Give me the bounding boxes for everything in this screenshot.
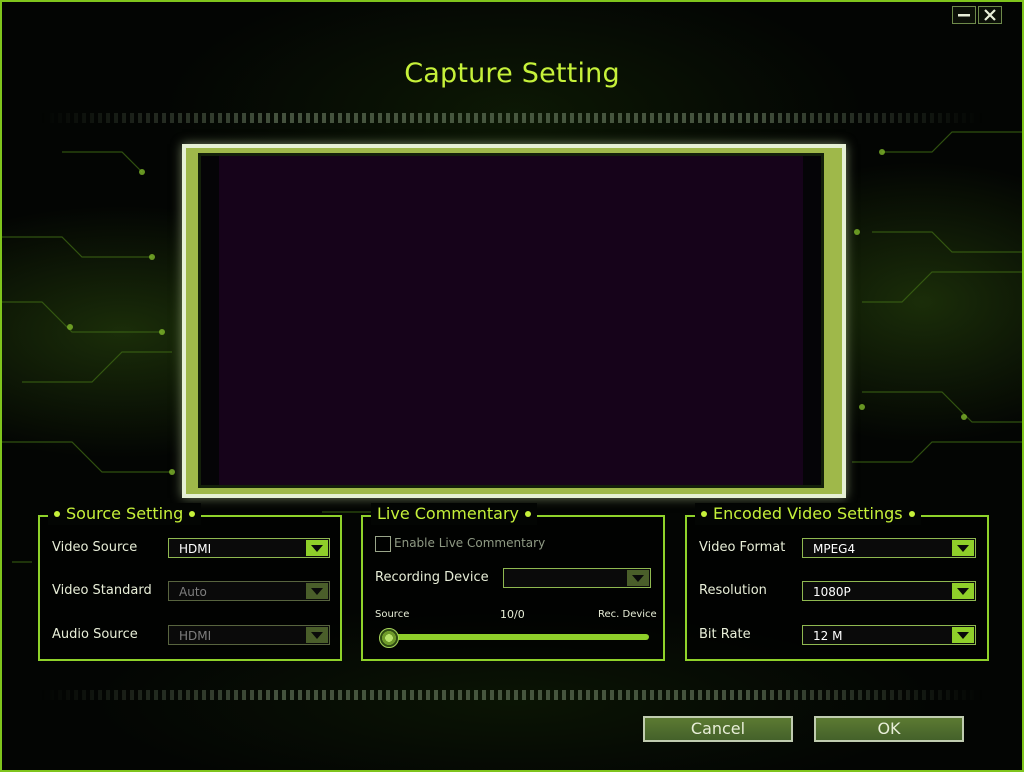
close-button[interactable] [978,6,1002,24]
video-standard-label: Video Standard [52,583,152,598]
mix-rec-device-label: Rec. Device [598,609,657,620]
video-preview-frame [182,144,846,498]
bullet-icon [701,511,707,517]
chevron-down-icon[interactable] [306,583,328,599]
video-source-select[interactable]: HDMI [168,538,330,558]
resolution-label: Resolution [699,583,767,598]
bit-rate-select[interactable]: 12 M [802,625,976,645]
slider-handle[interactable] [379,628,399,648]
video-format-select[interactable]: MPEG4 [802,538,976,558]
chevron-down-icon[interactable] [306,627,328,643]
recording-device-label: Recording Device [375,570,489,585]
bullet-icon [54,511,60,517]
bullet-icon [189,511,196,517]
enable-live-commentary-label[interactable]: Enable Live Commentary [394,536,545,550]
audio-source-select[interactable]: HDMI [168,625,330,645]
recording-device-select[interactable] [503,568,651,588]
video-format-label: Video Format [699,540,786,555]
source-setting-title: Source Setting [48,503,202,525]
ok-button[interactable]: OK [814,716,964,742]
bit-rate-label: Bit Rate [699,627,751,642]
live-commentary-title: Live Commentary [371,503,537,525]
chevron-down-icon[interactable] [952,583,974,599]
decorative-dotted-line [42,690,982,700]
chevron-down-icon[interactable] [627,570,649,586]
chevron-down-icon[interactable] [952,627,974,643]
window-controls [952,6,1002,24]
commentary-mix-slider[interactable] [381,634,649,640]
decorative-dotted-line [42,113,982,123]
resolution-select[interactable]: 1080P [802,581,976,601]
window-title: Capture Setting [404,58,620,89]
encoded-video-panel: Encoded Video Settings Video Format MPEG… [685,503,989,661]
bullet-icon [908,511,915,517]
minimize-button[interactable] [952,6,976,24]
mix-source-label: Source [375,609,410,620]
capture-setting-window: Capture Setting Source Setting Video Sou… [0,0,1024,772]
video-source-label: Video Source [52,540,138,555]
chevron-down-icon[interactable] [952,540,974,556]
minimize-icon [958,14,970,17]
encoded-video-title: Encoded Video Settings [695,503,921,525]
audio-source-label: Audio Source [52,627,138,642]
source-setting-panel: Source Setting Video Source HDMI Video S… [38,503,342,661]
video-preview [198,153,824,488]
live-commentary-panel: Live Commentary Enable Live Commentary R… [361,503,665,661]
enable-live-commentary-checkbox[interactable] [375,536,391,552]
chevron-down-icon[interactable] [306,540,328,556]
cancel-button[interactable]: Cancel [643,716,793,742]
video-standard-select[interactable]: Auto [168,581,330,601]
mix-value-label: 10/0 [500,608,525,621]
close-icon [984,9,996,21]
bullet-icon [525,511,531,517]
